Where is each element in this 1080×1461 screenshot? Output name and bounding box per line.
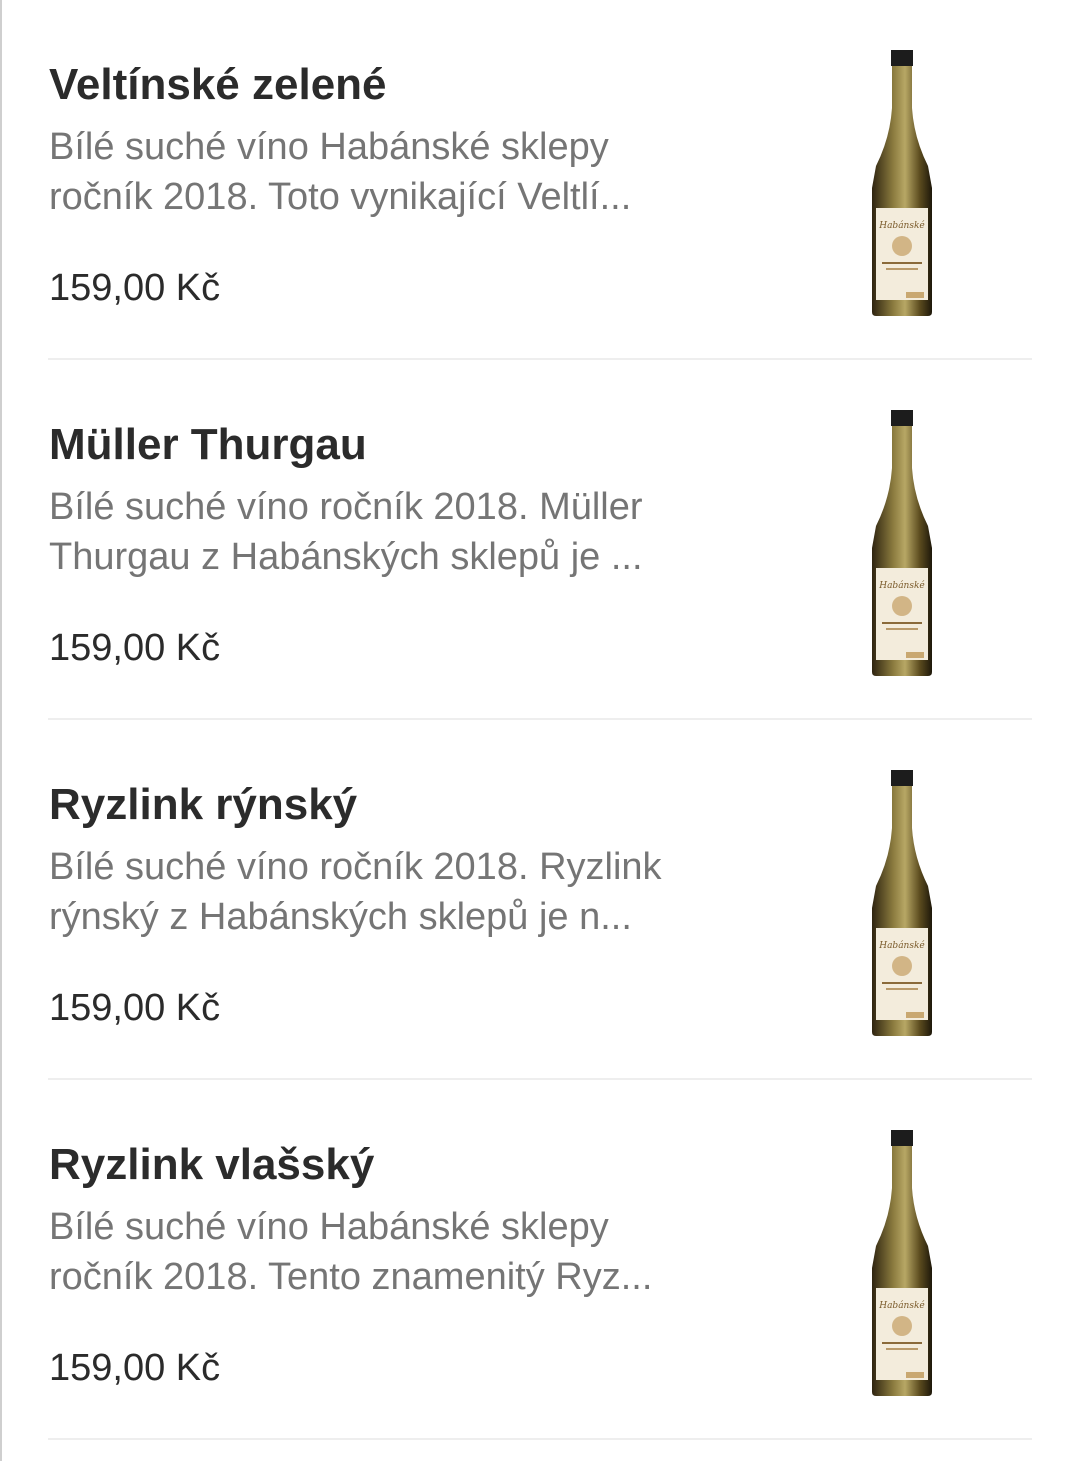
product-description-line-1: Bílé suché víno Habánské sklepy	[49, 126, 609, 168]
wine-bottle-icon[interactable]: Habánské	[862, 1128, 942, 1396]
product-description-line-1: Bílé suché víno ročník 2018. Ryzlink	[49, 846, 662, 888]
wine-bottle-image: Habánské	[872, 1130, 932, 1396]
product-description-line-2: ročník 2018. Tento znamenitý Ryz...	[49, 1256, 653, 1298]
product-title: Müller Thurgau	[49, 420, 367, 469]
product-description-line-1: Bílé suché víno ročník 2018. Müller	[49, 486, 643, 528]
product-description-line-2: Thurgau z Habánských sklepů je ...	[49, 536, 643, 578]
svg-text:Habánské: Habánské	[878, 940, 925, 951]
divider	[48, 1438, 1032, 1440]
product-description: Bílé suché víno Habánské sklepy ročník 2…	[49, 1202, 739, 1302]
wine-bottle-icon[interactable]: Habánské	[862, 408, 942, 676]
product-item[interactable]: Müller Thurgau Bílé suché víno ročník 20…	[0, 360, 1080, 720]
product-description-line-2: ročník 2018. Toto vynikající Veltlí...	[49, 176, 632, 218]
wine-bottle-image: Habánské	[872, 50, 932, 316]
svg-text:Habánské: Habánské	[878, 1300, 925, 1311]
product-description-line-1: Bílé suché víno Habánské sklepy	[49, 1206, 609, 1248]
product-description: Bílé suché víno ročník 2018. Ryzlink rýn…	[49, 842, 739, 942]
product-price: 159,00 Kč	[49, 1347, 221, 1389]
product-item[interactable]: Ryzlink rýnský Bílé suché víno ročník 20…	[0, 720, 1080, 1080]
product-list: Veltínské zelené Bílé suché víno Habánsk…	[0, 0, 1080, 1440]
svg-text:Habánské: Habánské	[878, 220, 925, 231]
product-item[interactable]: Veltínské zelené Bílé suché víno Habánsk…	[0, 0, 1080, 360]
product-description: Bílé suché víno Habánské sklepy ročník 2…	[49, 122, 739, 222]
wine-bottle-icon[interactable]: Habánské	[862, 48, 942, 316]
wine-bottle-icon[interactable]: Habánské	[862, 768, 942, 1036]
product-title: Veltínské zelené	[49, 60, 387, 109]
product-price: 159,00 Kč	[49, 267, 221, 309]
wine-bottle-image: Habánské	[872, 410, 932, 676]
product-price: 159,00 Kč	[49, 987, 221, 1029]
product-title: Ryzlink rýnský	[49, 780, 358, 829]
wine-bottle-image: Habánské	[872, 770, 932, 1036]
product-title: Ryzlink vlašský	[49, 1140, 375, 1189]
product-description: Bílé suché víno ročník 2018. Müller Thur…	[49, 482, 739, 582]
product-description-line-2: rýnský z Habánských sklepů je n...	[49, 896, 632, 938]
product-item[interactable]: Ryzlink vlašský Bílé suché víno Habánské…	[0, 1080, 1080, 1440]
svg-text:Habánské: Habánské	[878, 580, 925, 591]
product-price: 159,00 Kč	[49, 627, 221, 669]
